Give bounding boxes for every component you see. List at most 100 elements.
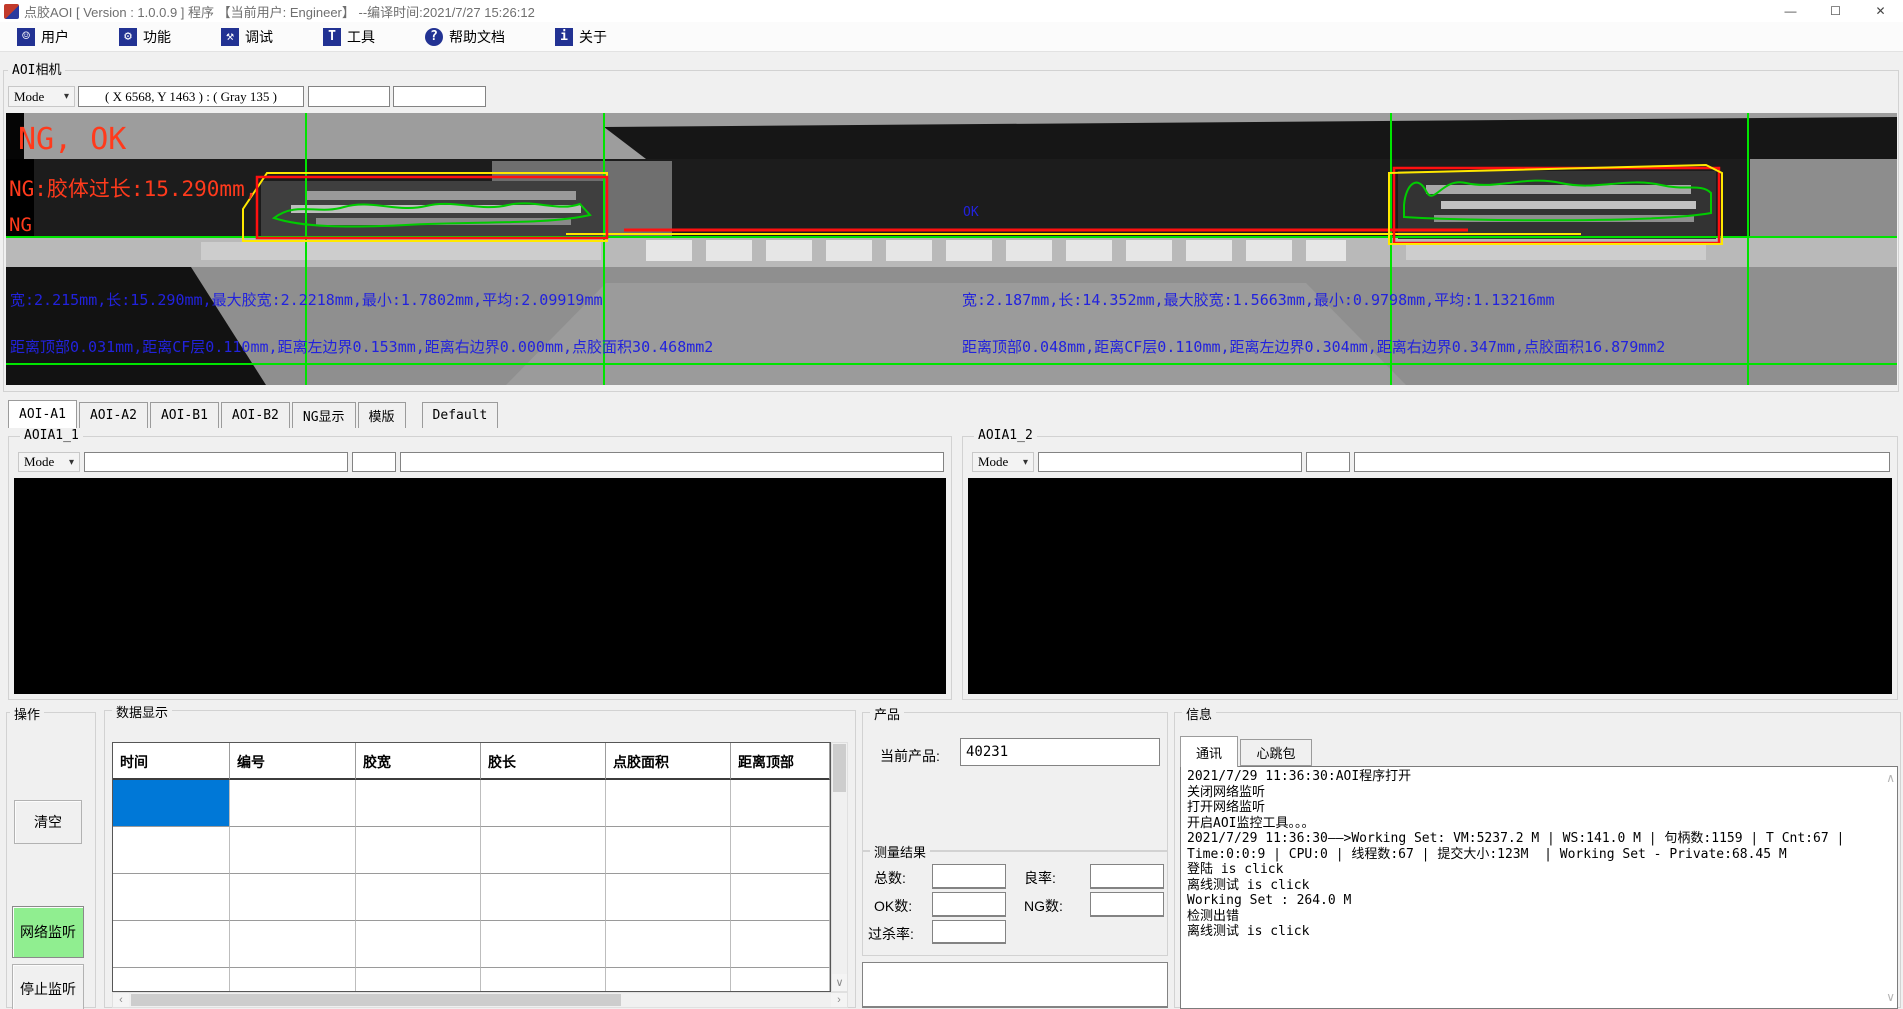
toolbar-help-button[interactable]: ? 帮助文档: [416, 25, 514, 49]
current-product-input[interactable]: [960, 738, 1160, 766]
product-groupbox: [862, 712, 1168, 852]
tools-icon: T: [323, 28, 341, 46]
total-value-box[interactable]: [932, 864, 1006, 889]
minimize-button[interactable]: —: [1768, 0, 1813, 22]
camera-aux-field-2[interactable]: [393, 86, 486, 107]
results-extra-panel: [862, 962, 1168, 1008]
info-group-label: 信息: [1182, 704, 1216, 723]
about-icon: i: [555, 28, 573, 46]
toolbar-about-button[interactable]: i 关于: [546, 25, 616, 49]
aoia1-2-mode-dropdown[interactable]: Mode ▾: [972, 452, 1034, 472]
log-lines: 2021/7/29 11:36:30:AOI程序打开关闭网络监听打开网络监听开启…: [1181, 767, 1897, 942]
column-header[interactable]: 点胶面积: [606, 743, 731, 780]
toolbar-tools-button[interactable]: T 工具: [314, 25, 384, 49]
tab-aoi-b1[interactable]: AOI-B1: [150, 402, 219, 428]
column-header[interactable]: 胶宽: [356, 743, 481, 780]
toolbar-debug-button[interactable]: ⚒ 调试: [212, 25, 282, 49]
tab-default[interactable]: Default: [422, 402, 499, 428]
yield-label: 良率:: [1024, 868, 1056, 888]
tab-aoi-a1[interactable]: AOI-A1: [8, 400, 77, 428]
chevron-down-icon: ▾: [64, 91, 69, 102]
scroll-up-icon[interactable]: ∧: [1886, 771, 1895, 785]
tab-ng-display[interactable]: NG显示: [292, 402, 356, 428]
network-listen-button[interactable]: 网络监听: [12, 906, 84, 958]
aoia1-1-field-1[interactable]: [84, 452, 348, 472]
app-icon: [4, 4, 19, 19]
ok-value-box[interactable]: [932, 892, 1006, 917]
left-stats-line2: 距离顶部0.031mm,距离CF层0.110mm,距离左边界0.153mm,距离…: [10, 338, 713, 356]
camera-group-label: AOI相机: [8, 59, 65, 78]
tab-heartbeat[interactable]: 心跳包: [1240, 739, 1312, 766]
column-header[interactable]: 编号: [230, 743, 356, 780]
camera-overlay: NG, OK NG:胶体过长:15.290mm, NG OK 宽:2.215mm…: [6, 113, 1897, 385]
user-icon: ☺: [17, 28, 35, 46]
camera-mode-dropdown[interactable]: Mode ▾: [8, 86, 75, 107]
overkill-label: 过杀率:: [868, 924, 914, 944]
hscroll-thumb[interactable]: [131, 994, 621, 1006]
clear-button[interactable]: 清空: [14, 800, 82, 844]
selected-cell[interactable]: [113, 780, 230, 827]
column-header[interactable]: 时间: [113, 743, 230, 780]
left-stats-line1: 宽:2.215mm,长:15.290mm,最大胶宽:2.2218mm,最小:1.…: [10, 291, 603, 309]
app-window: 点胶AOI [ Version : 1.0.0.9 ] 程序 【当前用户: En…: [0, 0, 1903, 1009]
ng-value-box[interactable]: [1090, 892, 1164, 917]
scroll-down-icon[interactable]: ∨: [1886, 990, 1895, 1004]
chevron-down-icon: ▾: [1023, 457, 1028, 468]
vscroll-thumb[interactable]: [833, 744, 846, 792]
toolbar-user-button[interactable]: ☺ 用户: [8, 25, 78, 49]
maximize-button[interactable]: ☐: [1813, 0, 1858, 22]
close-button[interactable]: ✕: [1858, 0, 1903, 22]
current-product-label: 当前产品:: [880, 746, 940, 766]
aoia1-1-field-3[interactable]: [400, 452, 944, 472]
ng-message-text: NG:胶体过长:15.290mm,: [9, 177, 257, 201]
table-row: [113, 780, 830, 827]
product-group-label: 产品: [870, 704, 904, 723]
data-table[interactable]: 时间 编号 胶宽 胶长 点胶面积 距离顶部: [112, 742, 831, 992]
wrench-icon: ⚒: [221, 28, 239, 46]
column-header[interactable]: 胶长: [481, 743, 606, 780]
stop-listen-button[interactable]: 停止监听: [12, 964, 84, 1009]
camera-aux-field-1[interactable]: [308, 86, 390, 107]
camera-coordinate-readout: ( X 6568, Y 1463 ) : ( Gray 135 ): [78, 86, 304, 107]
overkill-value-box[interactable]: [932, 920, 1006, 944]
results-group-label: 测量结果: [870, 842, 930, 861]
ng-count-label: NG数:: [1024, 896, 1063, 916]
aoia1-2-image-panel: [968, 478, 1892, 694]
aoia1-1-group-label: AOIA1_1: [20, 428, 83, 443]
comm-log[interactable]: 2021/7/29 11:36:30:AOI程序打开关闭网络监听打开网络监听开启…: [1180, 766, 1898, 1009]
scroll-right-icon[interactable]: ›: [831, 993, 847, 1007]
main-toolbar: ☺ 用户 ⚙ 功能 ⚒ 调试 T 工具 ? 帮助文档 i 关于: [0, 22, 1903, 52]
table-row: [113, 827, 830, 874]
table-row: [113, 968, 830, 992]
help-icon: ?: [425, 28, 443, 46]
aoia1-2-field-3[interactable]: [1354, 452, 1890, 472]
ok-count-label: OK数:: [874, 896, 912, 916]
aoia1-2-field-2[interactable]: [1306, 452, 1350, 472]
aoia1-1-mode-dropdown[interactable]: Mode ▾: [18, 452, 80, 472]
aoia1-1-field-2[interactable]: [352, 452, 396, 472]
result-text: NG, OK: [18, 122, 126, 157]
aoia1-2-field-1[interactable]: [1038, 452, 1302, 472]
right-stats-line2: 距离顶部0.048mm,距离CF层0.110mm,距离左边界0.304mm,距离…: [962, 338, 1665, 356]
ok-flag-text: OK: [963, 205, 979, 220]
total-label: 总数:: [874, 868, 906, 888]
scroll-down-icon[interactable]: ∨: [832, 974, 847, 991]
yield-value-box[interactable]: [1090, 864, 1164, 889]
toolbar-function-button[interactable]: ⚙ 功能: [110, 25, 180, 49]
scroll-left-icon[interactable]: ‹: [113, 993, 129, 1007]
tab-aoi-a2[interactable]: AOI-A2: [79, 402, 148, 428]
data-display-group-label: 数据显示: [112, 702, 172, 721]
tab-template[interactable]: 模版: [358, 402, 406, 428]
table-row: [113, 874, 830, 921]
view-tab-strip: AOI-A1 AOI-A2 AOI-B1 AOI-B2 NG显示 模版 Defa…: [8, 400, 500, 428]
tab-aoi-b2[interactable]: AOI-B2: [221, 402, 290, 428]
aoia1-2-group-label: AOIA1_2: [974, 428, 1037, 443]
table-hscrollbar[interactable]: ‹ ›: [112, 992, 848, 1008]
tab-comm[interactable]: 通讯: [1180, 736, 1238, 767]
column-header[interactable]: 距离顶部: [731, 743, 830, 780]
operation-group-label: 操作: [10, 704, 44, 723]
table-header-row: 时间 编号 胶宽 胶长 点胶面积 距离顶部: [113, 743, 830, 780]
camera-image-view[interactable]: NG, OK NG:胶体过长:15.290mm, NG OK 宽:2.215mm…: [6, 113, 1897, 385]
table-vscrollbar[interactable]: ∨: [831, 742, 848, 992]
window-title: 点胶AOI [ Version : 1.0.0.9 ] 程序 【当前用户: En…: [24, 2, 535, 21]
